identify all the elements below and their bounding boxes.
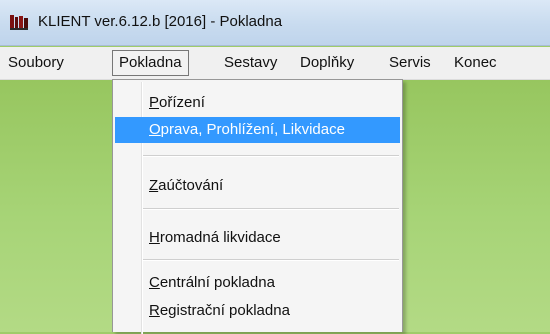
window-titlebar: KLIENT ver.6.12.b [2016] - Pokladna bbox=[0, 0, 550, 46]
menu-item-label: romadná likvidace bbox=[159, 229, 281, 246]
menu-item-accel: O bbox=[149, 121, 161, 138]
menu-sestavy[interactable]: Sestavy bbox=[218, 50, 283, 76]
books-icon bbox=[10, 15, 28, 30]
menu-item-hromadna-likvidace[interactable]: Hromadná likvidace bbox=[115, 225, 400, 251]
menu-item-centralni-pokladna[interactable]: Centrální pokladna bbox=[115, 270, 400, 296]
menu-item-accel: C bbox=[149, 274, 160, 291]
menu-item-porizeni[interactable]: Pořízení bbox=[115, 90, 400, 116]
menu-item-label: prava, Prohlížení, Likvidace bbox=[160, 121, 345, 138]
menu-item-label: entrální pokladna bbox=[159, 274, 275, 291]
menu-separator bbox=[143, 259, 399, 261]
menu-item-accel: H bbox=[149, 229, 160, 246]
menu-separator bbox=[143, 155, 399, 157]
menu-pokladna[interactable]: Pokladna bbox=[112, 50, 189, 76]
menu-item-registracni-pokladna[interactable]: Registrační pokladna bbox=[115, 298, 400, 324]
menu-item-accel: P bbox=[149, 94, 160, 111]
menu-servis[interactable]: Servis bbox=[383, 50, 437, 76]
window-title: KLIENT ver.6.12.b [2016] - Pokladna bbox=[38, 13, 283, 30]
menu-doplnky[interactable]: Doplňky bbox=[294, 50, 360, 76]
menu-item-label: egistrační pokladna bbox=[159, 302, 290, 319]
menu-soubory[interactable]: Soubory bbox=[2, 50, 70, 76]
menubar: Soubory Pokladna Sestavy Doplňky Servis … bbox=[0, 47, 550, 80]
menu-item-oprava[interactable]: Oprava, Prohlížení, Likvidace bbox=[115, 117, 400, 143]
pokladna-dropdown-menu: Pořízení Oprava, Prohlížení, Likvidace Z… bbox=[112, 79, 403, 334]
menu-item-label: ořízení bbox=[159, 94, 205, 111]
menu-item-label: aúčtování bbox=[158, 177, 224, 194]
menu-separator bbox=[143, 208, 399, 210]
menu-item-accel: Z bbox=[149, 177, 159, 194]
menu-konec[interactable]: Konec bbox=[448, 50, 503, 76]
menu-item-accel: R bbox=[149, 302, 160, 319]
menu-item-zauctovani[interactable]: Zaúčtování bbox=[115, 173, 400, 199]
